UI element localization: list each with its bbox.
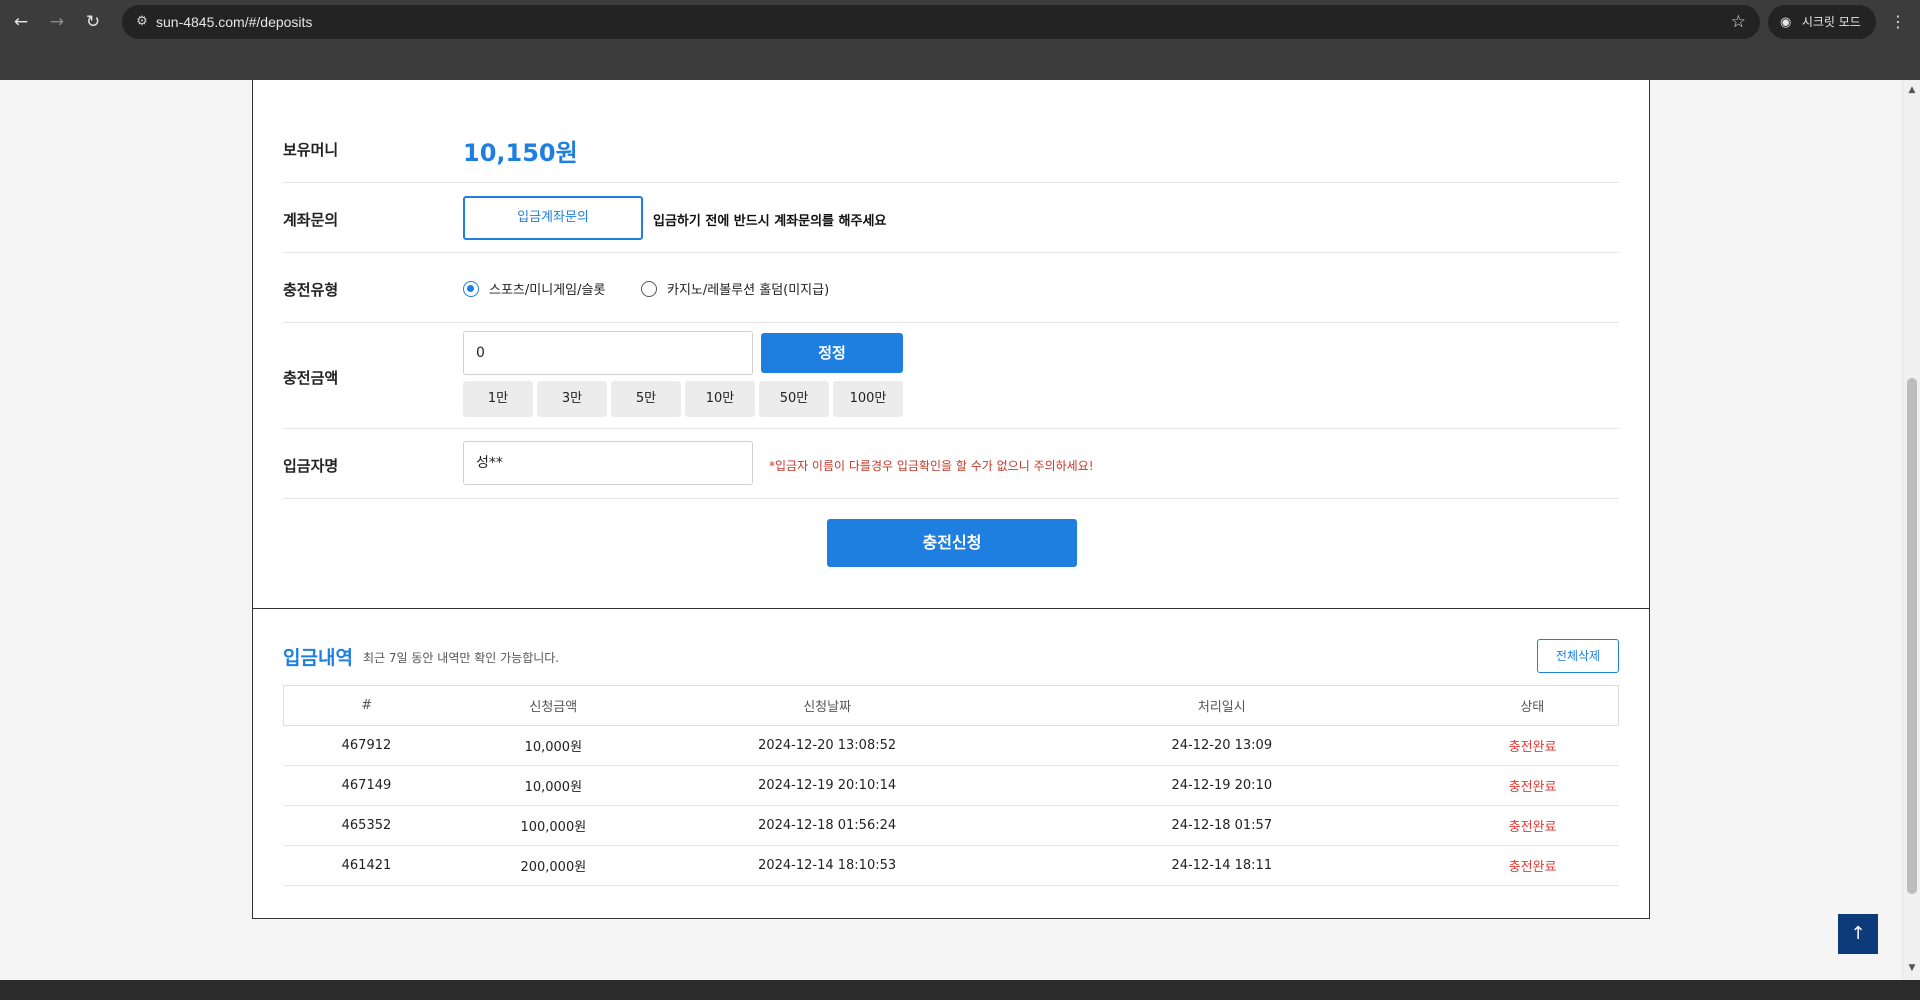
- cell-requested: 2024-12-14 18:10:53: [657, 845, 997, 886]
- cell-processed: 24-12-14 18:11: [996, 845, 1447, 886]
- window-bottom-bar: [0, 980, 1920, 1000]
- table-row: 467912 10,000원 2024-12-20 13:08:52 24-12…: [283, 725, 1619, 766]
- depositor-warning: *입금자 이름이 다를경우 입금확인을 할 수가 없으니 주의하세요!: [769, 459, 1094, 473]
- cell-id: 461421: [283, 845, 450, 886]
- cell-processed: 24-12-19 20:10: [996, 765, 1447, 806]
- charge-type-radio-casino[interactable]: 카지노/레볼루션 홀덤(미지급): [641, 279, 829, 298]
- cell-requested: 2024-12-18 01:56:24: [657, 805, 997, 846]
- submit-charge-button[interactable]: 충전신청: [827, 519, 1077, 567]
- column-header-requested: 신청날짜: [657, 685, 997, 726]
- cell-processed: 24-12-20 13:09: [996, 725, 1447, 766]
- charge-type-row: 충전유형 스포츠/미니게임/슬롯 카지노/레볼루션 홀덤(미지급): [283, 253, 1619, 323]
- radio-unchecked-icon: [641, 280, 657, 297]
- history-table: # 신청금액 신청날짜 처리일시 상태 467912 10,000원 2024-…: [283, 685, 1619, 886]
- reload-icon[interactable]: ↻: [80, 9, 106, 35]
- incognito-label: 시크릿 모드: [1801, 15, 1861, 29]
- scroll-to-top-button[interactable]: ↑: [1838, 914, 1878, 954]
- deposit-form-panel: 보유머니 10,150원 계좌문의 입금계좌문의 입금하기 전에 반드시 계좌문…: [252, 80, 1650, 668]
- depositor-label: 입금자명: [283, 457, 339, 475]
- page-scrollbar[interactable]: ▲ ▼: [1902, 80, 1920, 980]
- history-title: 입금내역: [283, 647, 353, 669]
- account-inquiry-notice: 입금하기 전에 반드시 계좌문의를 해주세요: [653, 214, 887, 229]
- charge-amount-input[interactable]: 0: [463, 331, 753, 375]
- page-content: 보유머니 10,150원 계좌문의 입금계좌문의 입금하기 전에 반드시 계좌문…: [0, 80, 1902, 980]
- account-inquiry-button[interactable]: 입금계좌문의: [463, 196, 643, 240]
- cell-amount: 10,000원: [449, 765, 658, 806]
- scrollbar-thumb[interactable]: [1907, 378, 1917, 894]
- account-inquiry-label: 계좌문의: [283, 211, 339, 229]
- charge-amount-label: 충전금액: [283, 369, 339, 387]
- bookmark-star-icon[interactable]: ☆: [1731, 5, 1746, 39]
- quick-amount-50man[interactable]: 50만: [759, 381, 829, 417]
- address-bar[interactable]: ⚙ sun-4845.com/#/deposits ☆: [122, 5, 1760, 39]
- cell-requested: 2024-12-19 20:10:14: [657, 765, 997, 806]
- depositor-name-input[interactable]: 성**: [463, 441, 753, 485]
- cell-status: 충전완료: [1446, 845, 1619, 886]
- table-row: 467149 10,000원 2024-12-19 20:10:14 24-12…: [283, 765, 1619, 806]
- table-header-row: # 신청금액 신청날짜 처리일시 상태: [283, 685, 1619, 726]
- incognito-icon: ◉: [1780, 15, 1792, 30]
- charge-type-label: 충전유형: [283, 281, 339, 299]
- account-inquiry-row: 계좌문의 입금계좌문의 입금하기 전에 반드시 계좌문의를 해주세요: [283, 183, 1619, 253]
- depositor-row: 입금자명 성** *입금자 이름이 다를경우 입금확인을 할 수가 없으니 주의…: [283, 429, 1619, 499]
- cell-amount: 100,000원: [449, 805, 658, 846]
- balance-value: 10,150원: [463, 139, 578, 167]
- arrow-up-icon: ↑: [1850, 923, 1866, 944]
- balance-row: 보유머니 10,150원: [283, 113, 1619, 183]
- cell-status: 충전완료: [1446, 805, 1619, 846]
- browser-chrome: ← → ↻ ⚙ sun-4845.com/#/deposits ☆ ◉ 시크릿 …: [0, 0, 1920, 80]
- cell-id: 467149: [283, 765, 450, 806]
- browser-toolbar: ← → ↻ ⚙ sun-4845.com/#/deposits ☆ ◉ 시크릿 …: [0, 0, 1920, 44]
- back-arrow-icon[interactable]: ←: [8, 9, 34, 35]
- charge-type-casino-label: 카지노/레볼루션 홀덤(미지급): [667, 283, 830, 298]
- column-header-id: #: [283, 685, 450, 726]
- deposit-history-panel: 입금내역 최근 7일 동안 내역만 확인 가능합니다. 전체삭제 # 신청금액 …: [252, 608, 1650, 919]
- charge-type-sports-label: 스포츠/미니게임/슬롯: [489, 283, 606, 298]
- scroll-down-arrow-icon[interactable]: ▼: [1903, 960, 1920, 976]
- url-text[interactable]: sun-4845.com/#/deposits: [156, 5, 312, 39]
- cell-id: 465352: [283, 805, 450, 846]
- scroll-up-arrow-icon[interactable]: ▲: [1903, 82, 1920, 98]
- reset-amount-button[interactable]: 정정: [761, 333, 903, 373]
- site-settings-icon[interactable]: ⚙: [130, 5, 154, 39]
- cell-id: 467912: [283, 725, 450, 766]
- quick-amount-3man[interactable]: 3만: [537, 381, 607, 417]
- table-row: 461421 200,000원 2024-12-14 18:10:53 24-1…: [283, 845, 1619, 886]
- browser-menu-icon[interactable]: ⋮: [1888, 9, 1908, 35]
- column-header-amount: 신청금액: [449, 685, 658, 726]
- cell-status: 충전완료: [1446, 765, 1619, 806]
- balance-label: 보유머니: [283, 141, 339, 159]
- incognito-badge[interactable]: ◉ 시크릿 모드: [1768, 5, 1876, 39]
- cell-requested: 2024-12-20 13:08:52: [657, 725, 997, 766]
- delete-all-button[interactable]: 전체삭제: [1537, 639, 1619, 673]
- quick-amount-100man[interactable]: 100만: [833, 381, 903, 417]
- charge-type-radio-sports[interactable]: 스포츠/미니게임/슬롯: [463, 279, 605, 298]
- cell-amount: 200,000원: [449, 845, 658, 886]
- radio-checked-icon: [463, 280, 479, 297]
- quick-amount-5man[interactable]: 5만: [611, 381, 681, 417]
- cell-status: 충전완료: [1446, 725, 1619, 766]
- column-header-status: 상태: [1446, 685, 1619, 726]
- history-subtitle: 최근 7일 동안 내역만 확인 가능합니다.: [363, 651, 560, 665]
- column-header-processed: 처리일시: [996, 685, 1447, 726]
- cell-amount: 10,000원: [449, 725, 658, 766]
- quick-amount-1man[interactable]: 1만: [463, 381, 533, 417]
- cell-processed: 24-12-18 01:57: [996, 805, 1447, 846]
- quick-amount-10man[interactable]: 10만: [685, 381, 755, 417]
- charge-amount-row: 충전금액 0 정정 1만 3만 5만 10만 50만 100만: [283, 323, 1619, 429]
- table-row: 465352 100,000원 2024-12-18 01:56:24 24-1…: [283, 805, 1619, 846]
- forward-arrow-icon[interactable]: →: [44, 9, 70, 35]
